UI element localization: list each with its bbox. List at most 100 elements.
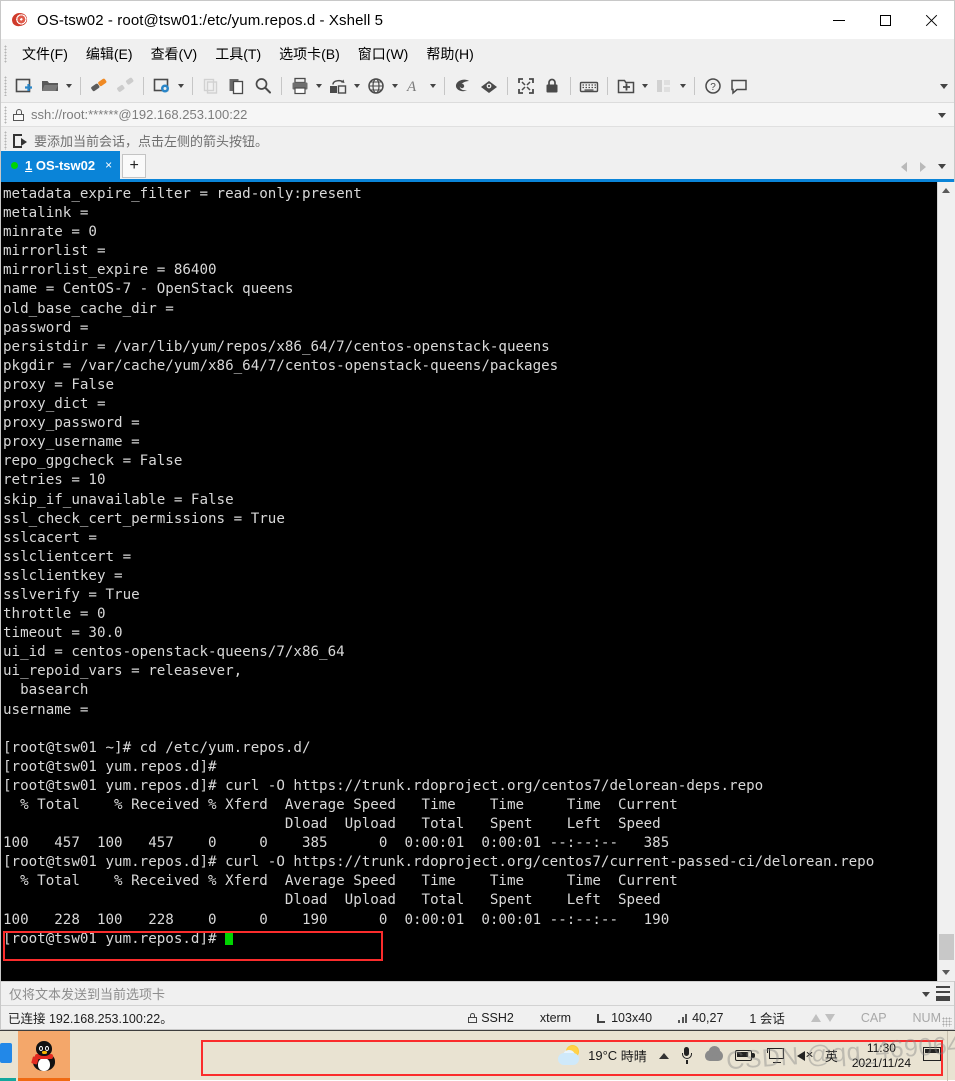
ftp-button[interactable] (476, 73, 502, 99)
address-bar[interactable]: ssh://root:******@192.168.253.100:22 (1, 103, 954, 127)
maximize-button[interactable] (862, 1, 908, 39)
tray-onedrive[interactable] (699, 1031, 729, 1081)
print-dropdown[interactable] (313, 73, 325, 99)
new-session-icon (15, 77, 33, 95)
send-menu-icon[interactable] (936, 986, 950, 1001)
tab-label: 1 OS-tsw02 (25, 158, 95, 173)
globe-dropdown[interactable] (389, 73, 401, 99)
add-to-folder-button[interactable] (613, 73, 639, 99)
find-icon (254, 77, 272, 95)
font-dropdown[interactable] (427, 73, 439, 99)
transfer-file-dropdown[interactable] (351, 73, 363, 99)
open-session-dropdown[interactable] (63, 73, 75, 99)
lock-button[interactable] (539, 73, 565, 99)
tray-volume[interactable] (791, 1031, 819, 1081)
help-button[interactable]: ? (700, 73, 726, 99)
menu-edit[interactable]: 编辑(E) (77, 41, 142, 67)
session-properties-dropdown[interactable] (175, 73, 187, 99)
layout-button[interactable] (651, 73, 677, 99)
terminal-area: metadata_expire_filter = read-only:prese… (1, 182, 954, 981)
tab-close-icon[interactable]: × (105, 159, 112, 171)
terminal-output[interactable]: metadata_expire_filter = read-only:prese… (1, 182, 937, 981)
menu-tabs[interactable]: 选项卡(B) (270, 41, 349, 67)
sftp-button[interactable] (450, 73, 476, 99)
toolbar-separator (507, 77, 508, 95)
fullscreen-button[interactable] (513, 73, 539, 99)
send-dropdown-icon[interactable] (922, 982, 930, 1006)
address-input[interactable]: ssh://root:******@192.168.253.100:22 (31, 107, 247, 122)
tray-battery[interactable] (729, 1031, 761, 1081)
terminal-line: Dload Upload Total Spent Left Speed (3, 815, 937, 834)
toolbar-separator (694, 77, 695, 95)
layout-dropdown[interactable] (677, 73, 689, 99)
close-button[interactable] (908, 1, 954, 39)
scrollbar-thumb[interactable] (939, 934, 954, 960)
tab-index: 1 (25, 158, 32, 173)
scroll-down-icon[interactable] (938, 964, 955, 981)
disconnect-button[interactable] (112, 73, 138, 99)
paste-button[interactable] (224, 73, 250, 99)
scroll-up-icon[interactable] (938, 182, 955, 199)
print-button[interactable] (287, 73, 313, 99)
new-session-button[interactable] (11, 73, 37, 99)
session-properties-icon (153, 77, 171, 95)
xshell-window: OS-tsw02 - root@tsw01:/etc/yum.repos.d -… (0, 0, 955, 1030)
speaker-muted-icon (797, 1049, 813, 1062)
terminal-scrollbar[interactable] (937, 182, 954, 981)
terminal-line: repo_gpgcheck = False (3, 452, 937, 471)
add-to-folder-dropdown[interactable] (639, 73, 651, 99)
font-button[interactable]: A (401, 73, 427, 99)
tray-weather[interactable]: 19°C 時晴 (552, 1031, 653, 1081)
svg-text:A: A (406, 79, 417, 95)
toolbar-separator (570, 77, 571, 95)
tray-show-hidden-button[interactable] (653, 1031, 675, 1081)
menu-tools[interactable]: 工具(T) (206, 41, 270, 67)
toolbar-separator (444, 77, 445, 95)
status-protocol: SSH2 (455, 1011, 527, 1025)
menu-help[interactable]: 帮助(H) (417, 41, 482, 67)
remote-desktop-icon (767, 1048, 785, 1063)
send-input[interactable]: 仅将文本发送到当前选项卡 (9, 984, 165, 1003)
address-dropdown-icon[interactable] (938, 103, 946, 127)
tray-remote-desktop[interactable] (761, 1031, 791, 1081)
find-button[interactable] (250, 73, 276, 99)
tab-os-tsw02[interactable]: 1 OS-tsw02 × (1, 151, 120, 179)
connect-button[interactable] (86, 73, 112, 99)
title-bar: OS-tsw02 - root@tsw01:/etc/yum.repos.d -… (1, 1, 954, 39)
tab-scroll-left-icon[interactable] (896, 157, 912, 177)
taskbar-clock[interactable]: 11:30 2021/11/24 (844, 1031, 919, 1081)
notice-text: 要添加当前会话，点击左侧的箭头按钮。 (34, 131, 268, 150)
tab-list-dropdown-icon[interactable] (934, 157, 950, 177)
pinned-app-icon[interactable] (0, 1043, 12, 1063)
terminal-line: name = CentOS-7 - OpenStack queens (3, 280, 937, 299)
scrollbar-track[interactable] (938, 199, 955, 964)
copy-button[interactable] (198, 73, 224, 99)
tray-microphone[interactable] (675, 1031, 699, 1081)
taskbar-app-qq[interactable] (18, 1031, 70, 1081)
tab-scroll-right-icon[interactable] (915, 157, 931, 177)
notification-icon[interactable] (923, 1047, 943, 1064)
menu-window[interactable]: 窗口(W) (349, 41, 418, 67)
terminal-line: metadata_expire_filter = read-only:prese… (3, 185, 937, 204)
transfer-file-button[interactable] (325, 73, 351, 99)
show-desktop-button[interactable] (947, 1031, 955, 1081)
terminal-line: proxy = False (3, 376, 937, 395)
toolbar-overflow-button[interactable] (940, 69, 948, 103)
minimize-button[interactable] (816, 1, 862, 39)
globe-button[interactable] (363, 73, 389, 99)
terminal-line: old_base_cache_dir = (3, 300, 937, 319)
keyboard-button[interactable] (576, 73, 602, 99)
status-bar: 已连接 192.168.253.100:22。 SSH2 xterm 103x4… (1, 1005, 954, 1029)
menu-view[interactable]: 查看(V) (142, 41, 207, 67)
session-properties-button[interactable] (149, 73, 175, 99)
menu-file[interactable]: 文件(F) (13, 41, 77, 67)
terminal-line (3, 720, 937, 739)
open-session-button[interactable] (37, 73, 63, 99)
resize-grip[interactable] (942, 1017, 952, 1027)
tray-ime[interactable]: 英 (819, 1031, 844, 1081)
send-to-bar[interactable]: 仅将文本发送到当前选项卡 (1, 981, 954, 1005)
feedback-button[interactable] (726, 73, 752, 99)
toolbar: A (1, 69, 954, 103)
new-tab-button[interactable]: + (122, 154, 146, 178)
terminal-line: username = (3, 701, 937, 720)
